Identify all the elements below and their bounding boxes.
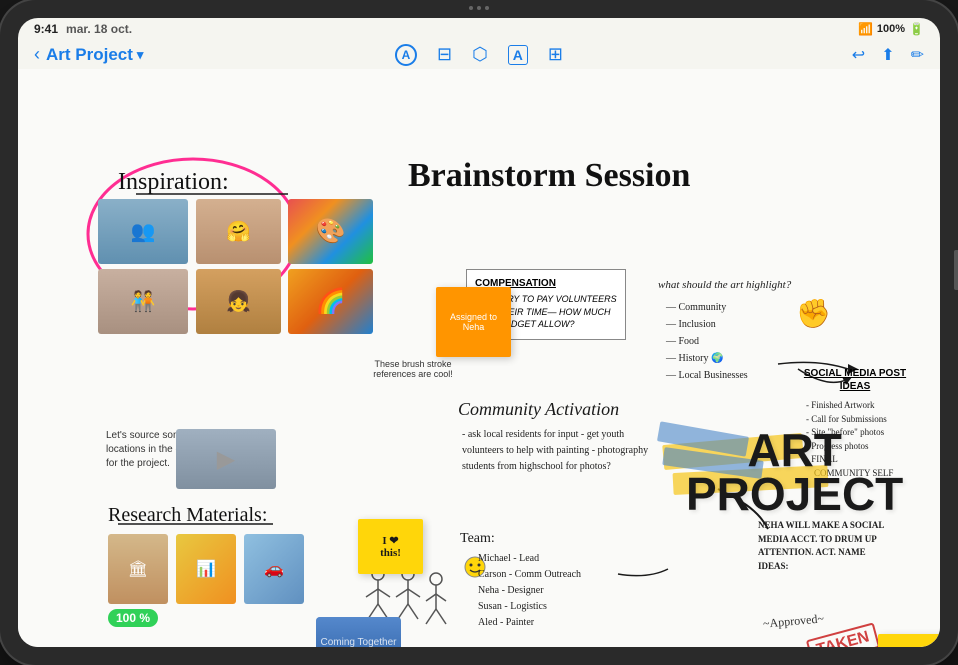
- percentage-badge: 100 %: [108, 609, 158, 627]
- brainstorm-title: Brainstorm Session: [408, 157, 690, 195]
- photo-top-left[interactable]: 👥: [98, 199, 188, 264]
- ipad-frame: 9:41 mar. 18 oct. 📶 100% 🔋 ‹ Art Project…: [0, 0, 958, 665]
- team-list: Michael - Lead Carson - Comm Outreach Ne…: [478, 551, 581, 631]
- edit-button[interactable]: ✏: [911, 45, 924, 65]
- title-chevron[interactable]: ▾: [137, 47, 144, 63]
- inspiration-heading: Inspiration:: [118, 169, 229, 196]
- sticky-love[interactable]: I ❤this!: [358, 519, 423, 574]
- canvas-area[interactable]: Inspiration: 👥 🤗 🎨 🧑‍🤝‍🧑 👧 🌈: [18, 69, 940, 647]
- photo-top-right[interactable]: 🎨: [288, 199, 373, 264]
- undo-button[interactable]: ↩: [852, 45, 865, 65]
- photo-bottom-left[interactable]: 🧑‍🤝‍🧑: [98, 269, 188, 334]
- sticky-neha[interactable]: Assigned to Neha: [436, 287, 511, 357]
- photo-right-large[interactable]: 🌈: [288, 269, 373, 334]
- date-display: mar. 18 oct.: [66, 22, 132, 36]
- team-heading: Team:: [460, 531, 495, 547]
- status-bar: 9:41 mar. 18 oct. 📶 100% 🔋: [18, 18, 940, 40]
- time-display: 9:41: [34, 22, 58, 36]
- side-button[interactable]: [954, 250, 958, 290]
- ipad-screen: 9:41 mar. 18 oct. 📶 100% 🔋 ‹ Art Project…: [18, 18, 940, 647]
- art-highlight-question: what should the art highlight?: [658, 279, 791, 291]
- document-title[interactable]: Art Project ▾: [46, 45, 143, 65]
- research-photo-3[interactable]: 🚗: [244, 534, 304, 604]
- video-thumbnail[interactable]: ▶: [176, 429, 276, 489]
- battery-icon: 🔋: [909, 22, 924, 36]
- art-project-logo: ARTPROJECT: [686, 429, 903, 516]
- signature: ~Approved~: [762, 611, 824, 631]
- battery-label: 100%: [877, 23, 905, 35]
- brush-strokes-note: These brush stroke references are cool!: [373, 359, 453, 379]
- research-photo-1[interactable]: 🏛: [108, 534, 168, 604]
- back-button[interactable]: ‹: [34, 44, 40, 65]
- research-photo-2[interactable]: 📊: [176, 534, 236, 604]
- share-button[interactable]: ⬆: [881, 45, 894, 65]
- sticky-danny[interactable]: Assigned to Danny: [878, 634, 940, 647]
- community-heading: Community Activation: [458, 399, 619, 420]
- tool-shape-icon[interactable]: ⬡: [472, 44, 488, 65]
- toolbar: ‹ Art Project ▾ A ⊟ ⬡ A ⊞ ↩ ⬆ ✏: [18, 40, 940, 69]
- community-text: - ask local residents for input - get yo…: [462, 427, 662, 475]
- photo-bottom-center[interactable]: 👧: [196, 269, 281, 334]
- research-heading: Research Materials:: [108, 504, 267, 527]
- tool-format-icon[interactable]: A: [395, 44, 417, 66]
- tool-text-icon[interactable]: A: [508, 45, 528, 65]
- tool-table-icon[interactable]: ⊟: [437, 44, 452, 65]
- change-poster[interactable]: Coming Together CHANGE Coming together f…: [316, 617, 401, 647]
- tool-media-icon[interactable]: ⊞: [548, 44, 563, 65]
- neha-note: NEHA WILL MAKE A SOCIAL MEDIA ACCT. TO D…: [758, 519, 898, 573]
- fist-sticker: ✊: [796, 297, 831, 330]
- photo-top-center[interactable]: 🤗: [196, 199, 281, 264]
- social-media-heading: SOCIAL MEDIA POST IDEAS: [800, 367, 910, 393]
- wifi-icon: 📶: [858, 22, 873, 36]
- art-highlight-list: — Community — Inclusion — Food — History…: [666, 299, 748, 384]
